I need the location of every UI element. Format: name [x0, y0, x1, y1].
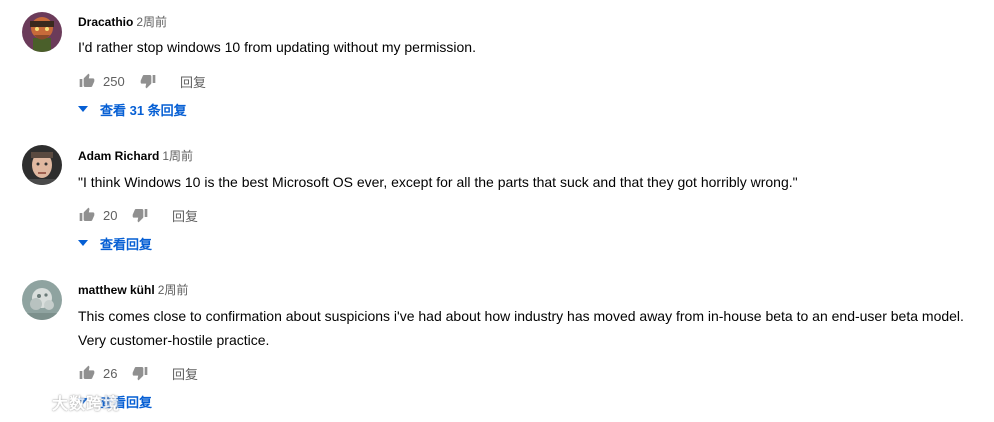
- comment-header: Dracathio 2周前: [78, 14, 167, 30]
- view-replies-label: 查看 31 条回复: [100, 102, 187, 118]
- avatar[interactable]: [22, 280, 62, 320]
- view-replies-label: 查看回复: [100, 236, 153, 252]
- thumb-down-icon[interactable]: [131, 206, 149, 224]
- thumb-up-icon[interactable]: [78, 364, 96, 382]
- author-name[interactable]: Dracathio: [78, 15, 133, 29]
- watermark-logo-icon: [6, 391, 46, 413]
- avatar[interactable]: [22, 145, 62, 185]
- watermark: 大数跨境: [6, 388, 120, 416]
- reply-button[interactable]: 回复: [172, 364, 198, 383]
- author-name[interactable]: matthew kühl: [78, 283, 155, 297]
- comment-actions: 26 回复: [78, 364, 198, 382]
- thumb-down-icon[interactable]: [139, 72, 157, 90]
- comment-actions: 250 回复: [78, 72, 206, 90]
- comment-time[interactable]: 2周前: [158, 283, 189, 297]
- author-name[interactable]: Adam Richard: [78, 149, 159, 163]
- thumb-down-icon[interactable]: [131, 364, 149, 382]
- watermark-text: 大数跨境: [52, 396, 121, 413]
- like-count: 20: [103, 207, 118, 223]
- caret-down-icon: [78, 106, 88, 112]
- reply-button[interactable]: 回复: [180, 72, 206, 91]
- caret-down-icon: [78, 240, 88, 246]
- comment-time[interactable]: 2周前: [136, 15, 167, 29]
- view-replies-button[interactable]: 查看回复: [78, 235, 153, 252]
- comment-text: I'd rather stop windows 10 from updating…: [78, 39, 476, 55]
- avatar[interactable]: [22, 12, 62, 52]
- comment-text: This comes close to confirmation about s…: [78, 308, 964, 348]
- like-count: 26: [103, 365, 118, 381]
- comment-actions: 20 回复: [78, 206, 198, 224]
- like-count: 250: [103, 73, 125, 89]
- comment-header: matthew kühl 2周前: [78, 282, 188, 298]
- comment-text: "I think Windows 10 is the best Microsof…: [78, 174, 798, 190]
- reply-button[interactable]: 回复: [172, 206, 198, 225]
- comment-time[interactable]: 1周前: [162, 149, 193, 163]
- thumb-up-icon[interactable]: [78, 72, 96, 90]
- thumb-up-icon[interactable]: [78, 206, 96, 224]
- comment-header: Adam Richard 1周前: [78, 148, 193, 164]
- view-replies-button[interactable]: 查看 31 条回复: [78, 101, 187, 118]
